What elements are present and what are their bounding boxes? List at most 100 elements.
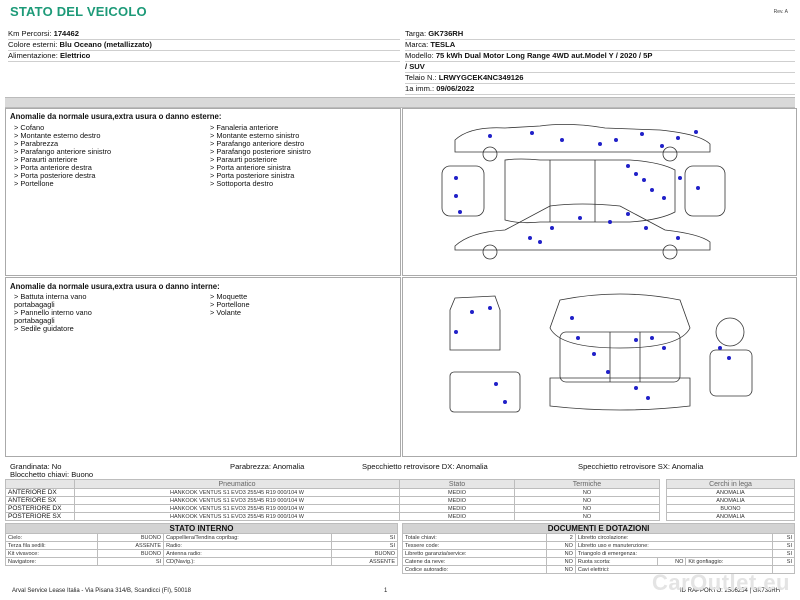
list-item: > Portellone: [14, 179, 54, 188]
damage-marker: [678, 176, 682, 180]
table-row: Navigatore: SI CD(Navig.): ASSENTE: [5, 557, 399, 566]
damage-marker: [560, 138, 564, 142]
parabrezza-label: Parabrezza: Anomalia: [230, 462, 305, 471]
damage-marker: [530, 131, 534, 135]
table-header: Cerchi in lega: [666, 479, 795, 489]
documenti-title: DOCUMENTI E DOTAZIONI: [402, 523, 795, 534]
damage-marker: [454, 176, 458, 180]
damage-marker: [550, 226, 554, 230]
wheel-outline: [662, 146, 678, 162]
damage-marker: [660, 144, 664, 148]
table-header: Termiche: [514, 479, 660, 489]
damage-marker: [634, 386, 638, 390]
damage-marker: [488, 306, 492, 310]
dashboard-outline: [709, 349, 753, 397]
damage-marker: [576, 336, 580, 340]
cabin-top-outline: [549, 293, 691, 349]
table-row: ANOMALIA: [666, 496, 795, 505]
damage-marker: [598, 142, 602, 146]
car-side-bottom-outline: [454, 203, 711, 251]
damage-marker: [528, 236, 532, 240]
table-header: [5, 479, 75, 489]
damage-marker: [642, 178, 646, 182]
list-item: > Sottoporta destro: [210, 179, 274, 188]
damage-marker: [662, 346, 666, 350]
damage-marker: [570, 316, 574, 320]
info-alimentazione: Alimentazione: Elettrico: [8, 50, 400, 62]
list-item: > Sedile guidatore: [14, 324, 74, 333]
table-row: Cielo: BUONO Cappelliera/Tendina copribag…: [5, 533, 399, 542]
trunk-door-outline: [449, 295, 501, 351]
interior-damage-markers: [454, 306, 731, 404]
external-damage-col2: > Fanaleria anteriore > Montante esterno…: [210, 124, 311, 188]
table-header: Stato: [399, 479, 515, 489]
wheel-outline: [482, 146, 498, 162]
stato-interno-title: STATO INTERNO: [5, 523, 398, 534]
damage-marker: [694, 130, 698, 134]
damage-marker: [458, 210, 462, 214]
damage-marker: [578, 216, 582, 220]
footer-page-number: 1: [384, 588, 388, 594]
wheel-outline: [482, 244, 498, 260]
car-rear-outline: [684, 165, 726, 217]
damage-marker: [538, 240, 542, 244]
damage-marker: [634, 338, 638, 342]
table-row: POSTERIORE DX HANKOOK VENTUS S1 EVO3 255…: [5, 504, 660, 513]
table-row: POSTERIORE SX HANKOOK VENTUS S1 EVO3 255…: [5, 512, 660, 521]
tyres-table: Pneumatico Stato Termiche ANTERIORE DX H…: [5, 479, 660, 521]
table-row: ANOMALIA: [666, 512, 795, 521]
table-row: Totale chiavi: 2 Libretto circolazione: SI: [401, 533, 796, 542]
car-interior-diagram: [449, 293, 753, 413]
info-immatricolazione: 1a imm.: 09/06/2022: [405, 83, 795, 95]
damage-marker: [494, 382, 498, 386]
car-roof-outline: [504, 158, 676, 224]
table-row: Catene da neve: NO Ruota scorta: NO Kit go…: [401, 557, 796, 566]
trunk-panel-outline: [449, 371, 521, 413]
list-item: > Volante: [210, 308, 242, 317]
documenti-table: DOCUMENTI E DOTAZIONI Totale chiavi: 2 Li…: [401, 523, 796, 574]
damage-marker: [676, 136, 680, 140]
external-damage-title: Anomalie da normale usura,extra usura o …: [10, 112, 222, 121]
damage-marker: [608, 220, 612, 224]
external-damage-col1: > Cofano > Montante esterno destro > Par…: [14, 124, 111, 188]
damage-marker: [662, 196, 666, 200]
table-row: Terza fila sedili: ASSENTE Radio: SI: [5, 541, 399, 550]
damage-marker: [676, 236, 680, 240]
damage-marker: [488, 134, 492, 138]
damage-marker: [727, 356, 731, 360]
damage-marker: [606, 370, 610, 374]
table-row: ANTERIORE DX HANKOOK VENTUS S1 EVO3 255/…: [5, 488, 660, 497]
damage-marker: [626, 164, 630, 168]
damage-marker: [454, 330, 458, 334]
watermark-logo: CarOutlet.eu: [651, 570, 790, 595]
table-row: Libretto garanzia/service: NO Triangolo d…: [401, 549, 796, 558]
page-title: STATO DEL VEICOLO: [10, 4, 147, 19]
internal-damage-col2: > Moquette > Portellone > Volante: [210, 293, 250, 317]
table-row: Tessere code: NO Libretto uso e manutenzi…: [401, 541, 796, 550]
damage-marker: [626, 212, 630, 216]
floor-outline: [549, 377, 691, 411]
damage-marker: [592, 352, 596, 356]
section-divider: [5, 97, 795, 108]
damage-marker: [614, 138, 618, 142]
damage-marker: [503, 400, 507, 404]
damage-marker: [644, 226, 648, 230]
specchietto-dx-label: Specchietto retrovisore DX: Anomalia: [362, 462, 488, 471]
internal-damage-title: Anomalie da normale usura,extra usura o …: [10, 282, 220, 291]
damage-marker: [470, 310, 474, 314]
wheel-outline: [662, 244, 678, 260]
blocchetto-label: Blocchetto chiavi: Buono: [10, 470, 94, 479]
rims-table: Cerchi in lega ANOMALIA ANOMALIA BUONO A…: [666, 479, 795, 521]
car-front-outline: [441, 165, 485, 217]
car-exterior-diagram: [441, 124, 726, 260]
table-row: ANTERIORE SX HANKOOK VENTUS S1 EVO3 255/…: [5, 496, 660, 505]
damage-marker: [718, 346, 722, 350]
internal-damage-col1: > Battuta interna vano portabagagli > Pa…: [14, 293, 92, 333]
damage-marker: [650, 336, 654, 340]
damage-marker: [650, 188, 654, 192]
table-row: ANOMALIA: [666, 488, 795, 497]
damage-marker: [696, 186, 700, 190]
footer-company: Arval Service Lease Italia - Via Pisana …: [12, 588, 191, 594]
specchietto-sx-label: Specchietto retrovisore SX: Anomalia: [578, 462, 704, 471]
table-row: Kit vivavoce: BUONO Antenna radio: BUONO: [5, 549, 399, 558]
